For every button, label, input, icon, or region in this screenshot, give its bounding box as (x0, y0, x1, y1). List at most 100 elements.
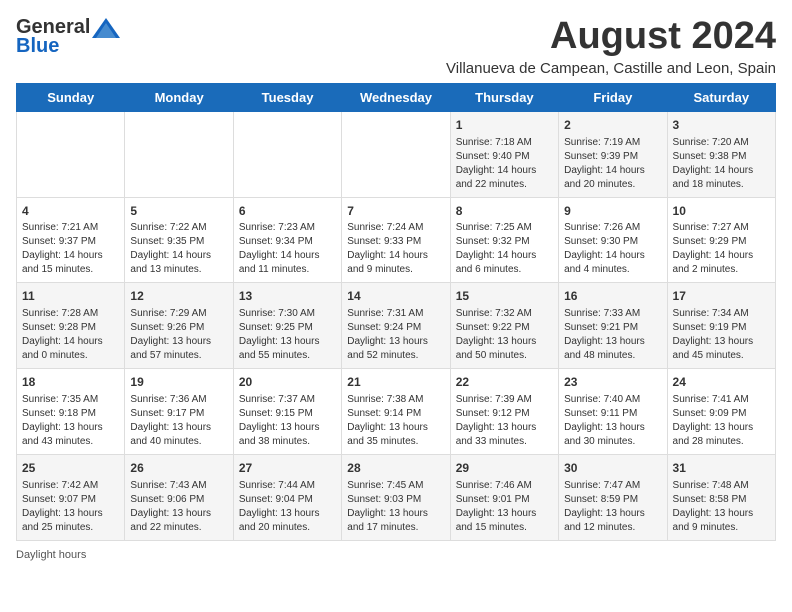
day-number: 11 (22, 288, 119, 305)
calendar-cell: 1Sunrise: 7:18 AMSunset: 9:40 PMDaylight… (450, 111, 558, 197)
calendar-cell: 17Sunrise: 7:34 AMSunset: 9:19 PMDayligh… (667, 283, 775, 369)
week-row-1: 1Sunrise: 7:18 AMSunset: 9:40 PMDaylight… (17, 111, 776, 197)
day-number: 21 (347, 374, 444, 391)
calendar-cell: 18 Sunrise: 7:35 AMSunset: 9:18 PMDayligh… (17, 369, 125, 455)
day-info: Sunrise: 7:28 AMSunset: 9:28 PMDaylight:… (22, 307, 119, 363)
calendar-cell (233, 111, 341, 197)
calendar-cell: 7Sunrise: 7:24 AMSunset: 9:33 PMDaylight… (342, 197, 450, 283)
day-info: Sunrise: 7:39 AMSunset: 9:12 PMDaylight:… (456, 393, 553, 449)
location-subtitle: Villanueva de Campean, Castille and Leon… (446, 60, 776, 77)
day-info: Sunrise: 7:22 AMSunset: 9:35 PMDaylight:… (130, 221, 227, 277)
calendar-cell: 14 Sunrise: 7:31 AMSunset: 9:24 PMDayligh… (342, 283, 450, 369)
header: General Blue August 2024 Villanueva de C… (16, 16, 776, 77)
day-number: 18 (22, 374, 119, 391)
day-info: Sunrise: 7:45 AMSunset: 9:03 PMDaylight:… (347, 479, 444, 535)
calendar-cell: 3 Sunrise: 7:20 AMSunset: 9:38 PMDaylight… (667, 111, 775, 197)
calendar-cell (342, 111, 450, 197)
header-day-saturday: Saturday (667, 83, 775, 111)
day-info: Sunrise: 7:37 AMSunset: 9:15 PMDaylight:… (239, 393, 336, 449)
day-info: Sunrise: 7:46 AMSunset: 9:01 PMDaylight:… (456, 479, 553, 535)
header-day-friday: Friday (559, 83, 667, 111)
header-day-wednesday: Wednesday (342, 83, 450, 111)
day-info: Sunrise: 7:18 AMSunset: 9:40 PMDaylight:… (456, 136, 553, 192)
week-row-2: 4Sunrise: 7:21 AMSunset: 9:37 PMDaylight… (17, 197, 776, 283)
header-day-monday: Monday (125, 83, 233, 111)
day-number: 10 (673, 203, 770, 220)
header-day-thursday: Thursday (450, 83, 558, 111)
calendar-cell: 30 Sunrise: 7:47 AMSunset: 8:59 PMDayligh… (559, 454, 667, 540)
day-info: Sunrise: 7:40 AMSunset: 9:11 PMDaylight:… (564, 393, 661, 449)
day-info: Sunrise: 7:26 AMSunset: 9:30 PMDaylight:… (564, 221, 661, 277)
day-number: 23 (564, 374, 661, 391)
logo: General Blue (16, 16, 122, 58)
calendar-cell: 24Sunrise: 7:41 AMSunset: 9:09 PMDayligh… (667, 369, 775, 455)
calendar-cell: 6Sunrise: 7:23 AMSunset: 9:34 PMDaylight… (233, 197, 341, 283)
calendar-cell (17, 111, 125, 197)
day-info: Sunrise: 7:42 AMSunset: 9:07 PMDaylight:… (22, 479, 119, 535)
day-number: 27 (239, 460, 336, 477)
header-day-sunday: Sunday (17, 83, 125, 111)
day-info: Sunrise: 7:48 AMSunset: 8:58 PMDaylight:… (673, 479, 770, 535)
calendar-cell: 28 Sunrise: 7:45 AMSunset: 9:03 PMDayligh… (342, 454, 450, 540)
title-area: August 2024 Villanueva de Campean, Casti… (446, 16, 776, 77)
header-row: SundayMondayTuesdayWednesdayThursdayFrid… (17, 83, 776, 111)
day-info: Sunrise: 7:27 AMSunset: 9:29 PMDaylight:… (673, 221, 770, 277)
calendar-cell: 26Sunrise: 7:43 AMSunset: 9:06 PMDayligh… (125, 454, 233, 540)
calendar-cell: 31 Sunrise: 7:48 AMSunset: 8:58 PMDayligh… (667, 454, 775, 540)
calendar-cell: 22 Sunrise: 7:39 AMSunset: 9:12 PMDayligh… (450, 369, 558, 455)
day-number: 29 (456, 460, 553, 477)
day-info: Sunrise: 7:30 AMSunset: 9:25 PMDaylight:… (239, 307, 336, 363)
day-info: Sunrise: 7:23 AMSunset: 9:34 PMDaylight:… (239, 221, 336, 277)
day-number: 7 (347, 203, 444, 220)
day-info: Sunrise: 7:34 AMSunset: 9:19 PMDaylight:… (673, 307, 770, 363)
day-number: 8 (456, 203, 553, 220)
day-info: Sunrise: 7:32 AMSunset: 9:22 PMDaylight:… (456, 307, 553, 363)
day-info: Sunrise: 7:35 AMSunset: 9:18 PMDaylight:… (22, 393, 119, 449)
day-number: 30 (564, 460, 661, 477)
week-row-3: 11 Sunrise: 7:28 AMSunset: 9:28 PMDayligh… (17, 283, 776, 369)
calendar-cell: 9Sunrise: 7:26 AMSunset: 9:30 PMDaylight… (559, 197, 667, 283)
calendar-cell: 25Sunrise: 7:42 AMSunset: 9:07 PMDayligh… (17, 454, 125, 540)
day-number: 15 (456, 288, 553, 305)
calendar-cell: 12Sunrise: 7:29 AMSunset: 9:26 PMDayligh… (125, 283, 233, 369)
calendar-cell: 27Sunrise: 7:44 AMSunset: 9:04 PMDayligh… (233, 454, 341, 540)
footer-note: Daylight hours (16, 549, 776, 561)
day-number: 3 (673, 117, 770, 134)
calendar-cell: 5Sunrise: 7:22 AMSunset: 9:35 PMDaylight… (125, 197, 233, 283)
day-number: 28 (347, 460, 444, 477)
day-info: Sunrise: 7:25 AMSunset: 9:32 PMDaylight:… (456, 221, 553, 277)
calendar-cell: 29 Sunrise: 7:46 AMSunset: 9:01 PMDayligh… (450, 454, 558, 540)
day-number: 13 (239, 288, 336, 305)
calendar-cell: 2Sunrise: 7:19 AMSunset: 9:39 PMDaylight… (559, 111, 667, 197)
calendar-cell: 23 Sunrise: 7:40 AMSunset: 9:11 PMDayligh… (559, 369, 667, 455)
calendar-cell: 10Sunrise: 7:27 AMSunset: 9:29 PMDayligh… (667, 197, 775, 283)
day-info: Sunrise: 7:19 AMSunset: 9:39 PMDaylight:… (564, 136, 661, 192)
day-number: 24 (673, 374, 770, 391)
calendar-cell: 13 Sunrise: 7:30 AMSunset: 9:25 PMDayligh… (233, 283, 341, 369)
day-info: Sunrise: 7:31 AMSunset: 9:24 PMDaylight:… (347, 307, 444, 363)
day-info: Sunrise: 7:36 AMSunset: 9:17 PMDaylight:… (130, 393, 227, 449)
calendar-cell: 16Sunrise: 7:33 AMSunset: 9:21 PMDayligh… (559, 283, 667, 369)
day-info: Sunrise: 7:47 AMSunset: 8:59 PMDaylight:… (564, 479, 661, 535)
week-row-5: 25Sunrise: 7:42 AMSunset: 9:07 PMDayligh… (17, 454, 776, 540)
calendar-cell: 19 Sunrise: 7:36 AMSunset: 9:17 PMDayligh… (125, 369, 233, 455)
day-info: Sunrise: 7:38 AMSunset: 9:14 PMDaylight:… (347, 393, 444, 449)
day-number: 31 (673, 460, 770, 477)
day-number: 5 (130, 203, 227, 220)
calendar-table: SundayMondayTuesdayWednesdayThursdayFrid… (16, 83, 776, 541)
week-row-4: 18 Sunrise: 7:35 AMSunset: 9:18 PMDayligh… (17, 369, 776, 455)
day-number: 12 (130, 288, 227, 305)
day-number: 14 (347, 288, 444, 305)
calendar-body: 1Sunrise: 7:18 AMSunset: 9:40 PMDaylight… (17, 111, 776, 540)
day-info: Sunrise: 7:24 AMSunset: 9:33 PMDaylight:… (347, 221, 444, 277)
day-info: Sunrise: 7:43 AMSunset: 9:06 PMDaylight:… (130, 479, 227, 535)
day-number: 6 (239, 203, 336, 220)
calendar-cell: 4Sunrise: 7:21 AMSunset: 9:37 PMDaylight… (17, 197, 125, 283)
day-info: Sunrise: 7:20 AMSunset: 9:38 PMDaylight:… (673, 136, 770, 192)
month-year-title: August 2024 (446, 16, 776, 58)
day-info: Sunrise: 7:21 AMSunset: 9:37 PMDaylight:… (22, 221, 119, 277)
day-number: 22 (456, 374, 553, 391)
header-day-tuesday: Tuesday (233, 83, 341, 111)
day-number: 19 (130, 374, 227, 391)
calendar-cell: 15 Sunrise: 7:32 AMSunset: 9:22 PMDayligh… (450, 283, 558, 369)
